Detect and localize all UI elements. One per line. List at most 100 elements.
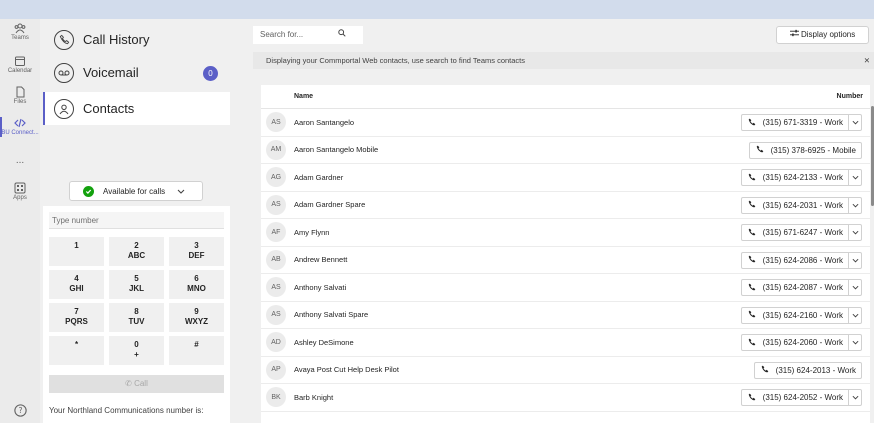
call-number-button[interactable]: (315) 624-2052 - Work: [740, 389, 862, 406]
contact-number: (315) 624-2086 - Work: [762, 255, 843, 265]
key-0-letters: +: [134, 350, 139, 359]
search-icon[interactable]: [338, 26, 346, 44]
call-number-button[interactable]: (315) 671-3319 - Work: [740, 114, 862, 131]
phone-icon: [748, 310, 756, 320]
phone-icon: [748, 338, 756, 348]
info-banner: Displaying your Commportal Web contacts,…: [253, 52, 874, 69]
table-row[interactable]: AD Ashley DeSimone (315) 624-2060 - Work: [261, 329, 870, 357]
key-4-digit: 4: [74, 274, 79, 283]
key-1[interactable]: 1: [49, 237, 104, 266]
apps-icon: [14, 182, 26, 194]
key-5-digit: 5: [134, 274, 139, 283]
call-number-button[interactable]: (315) 378-6925 - Mobile: [748, 141, 862, 159]
call-number-button[interactable]: (315) 671-6247 - Work: [740, 224, 862, 241]
nav-call-history[interactable]: Call History: [43, 23, 230, 56]
table-row[interactable]: AS Aaron Santangelo (315) 671-3319 - Work: [261, 109, 870, 137]
availability-label: Available for calls: [103, 186, 166, 196]
nav-contacts[interactable]: Contacts: [43, 92, 230, 125]
number-input[interactable]: Type number: [49, 212, 224, 229]
key-star-digit: *: [74, 340, 79, 349]
key-1-digit: 1: [74, 241, 79, 250]
phone-icon: [748, 173, 756, 183]
nav-voicemail[interactable]: Voicemail 0: [43, 56, 230, 89]
rail-item-calendar[interactable]: Calendar: [0, 55, 40, 74]
key-5[interactable]: 5 JKL: [109, 270, 164, 299]
table-row[interactable]: AS Adam Gardner Spare (315) 624-2031 - Wor…: [261, 192, 870, 219]
contacts-main: Search for... Display options Displaying…: [253, 19, 874, 423]
chevron-down-icon[interactable]: [848, 252, 861, 268]
contact-name: Amy Flynn: [294, 227, 330, 237]
call-number-button[interactable]: (315) 624-2060 - Work: [740, 334, 862, 351]
chevron-down-icon[interactable]: [848, 225, 861, 240]
table-row[interactable]: AM Aaron Santangelo Mobile (315) 378-6925 …: [261, 137, 870, 164]
table-row[interactable]: AG Adam Gardner (315) 624-2133 - Work: [261, 164, 870, 192]
nav-contacts-label: Contacts: [83, 101, 135, 116]
chevron-down-icon[interactable]: [848, 170, 861, 185]
call-number-button[interactable]: (315) 624-2133 - Work: [740, 169, 862, 186]
key-8-letters: TUV: [128, 317, 145, 326]
chevron-down-icon[interactable]: [848, 197, 861, 213]
phone-icon: [748, 283, 756, 293]
phone-icon: [756, 145, 764, 155]
dialpad: Type number 1 2 ABC 3 DEF 4 GHI 5 JKL 6 MNO 7…: [43, 206, 230, 423]
key-3[interactable]: 3 DEF: [169, 237, 224, 266]
chevron-down-icon[interactable]: [848, 115, 861, 130]
key-6-letters: MNO: [187, 284, 206, 293]
avatar: AM: [266, 139, 286, 160]
table-row[interactable]: AS Anthony Salvati Spare (315) 624-2160 - …: [261, 302, 870, 329]
table-row[interactable]: BK Barb Knight (315) 624-2052 - Work: [261, 384, 870, 412]
call-number-button[interactable]: (315) 624-2087 - Work: [740, 279, 862, 296]
key-7-digit: 7: [74, 307, 79, 316]
rail-item-teams[interactable]: Teams: [0, 22, 40, 41]
key-star[interactable]: *: [49, 336, 104, 365]
table-row[interactable]: AP Avaya Post Cut Help Desk Pilot (315) 62…: [261, 357, 870, 384]
key-2[interactable]: 2 ABC: [109, 237, 164, 266]
rail-item-apps[interactable]: Apps: [0, 182, 40, 201]
phone-icon: [748, 228, 756, 238]
key-7[interactable]: 7 PQRS: [49, 303, 104, 332]
call-number-button[interactable]: (315) 624-2013 - Work: [753, 361, 862, 379]
availability-dropdown[interactable]: Available for calls: [69, 181, 203, 201]
key-9-letters: WXYZ: [184, 317, 209, 326]
key-hash[interactable]: #: [169, 336, 224, 365]
chevron-down-icon[interactable]: [848, 280, 861, 295]
left-panel: Call History Voicemail 0 Contacts Availa…: [40, 19, 232, 423]
table-row[interactable]: AF Amy Flynn (315) 671-6247 - Work: [261, 219, 870, 247]
call-number-button[interactable]: (315) 624-2031 - Work: [740, 196, 862, 214]
rail-item-bu-connect[interactable]: BU Connect...: [0, 117, 40, 137]
key-2-digit: 2: [134, 241, 139, 250]
rail-item-files[interactable]: Files: [0, 86, 40, 105]
key-8[interactable]: 8 TUV: [109, 303, 164, 332]
nav-call-history-label: Call History: [83, 32, 150, 47]
rail-label-calendar: Calendar: [7, 68, 33, 74]
key-9[interactable]: 9 WXYZ: [169, 303, 224, 332]
chevron-down-icon[interactable]: [848, 335, 861, 350]
chevron-down-icon[interactable]: [848, 390, 861, 405]
rail-item-more[interactable]: ...: [0, 155, 40, 166]
key-3-letters: DEF: [188, 251, 205, 260]
avatar: AD: [266, 332, 286, 353]
table-row[interactable]: AB Andrew Bennett (315) 624-2086 - Work: [261, 247, 870, 274]
call-button[interactable]: ✆ Call: [49, 375, 224, 393]
call-number-button[interactable]: (315) 624-2086 - Work: [740, 251, 862, 269]
avatar: AF: [266, 222, 286, 243]
key-6[interactable]: 6 MNO: [169, 270, 224, 299]
key-4[interactable]: 4 GHI: [49, 270, 104, 299]
close-icon[interactable]: ✕: [864, 52, 870, 69]
display-options-button[interactable]: Display options: [776, 26, 869, 44]
rail-label-apps: Apps: [13, 195, 27, 201]
call-number-button[interactable]: (315) 624-2160 - Work: [740, 306, 862, 324]
key-0[interactable]: 0 +: [109, 336, 164, 365]
table-header: Name Number: [261, 85, 870, 109]
chevron-down-icon[interactable]: [848, 307, 861, 323]
contact-name: Adam Gardner Spare: [294, 200, 366, 210]
table-row[interactable]: AS Anthony Salvati (315) 624-2087 - Work: [261, 274, 870, 302]
chevron-down-icon: [177, 187, 185, 196]
search-input[interactable]: Search for...: [253, 26, 363, 44]
help-button[interactable]: ?: [0, 404, 40, 418]
contact-number: (315) 624-2052 - Work: [762, 393, 843, 402]
avatar: AS: [266, 112, 286, 133]
contacts-icon: [54, 98, 74, 119]
voicemail-icon: [54, 62, 74, 83]
contact-name: Barb Knight: [294, 392, 334, 402]
